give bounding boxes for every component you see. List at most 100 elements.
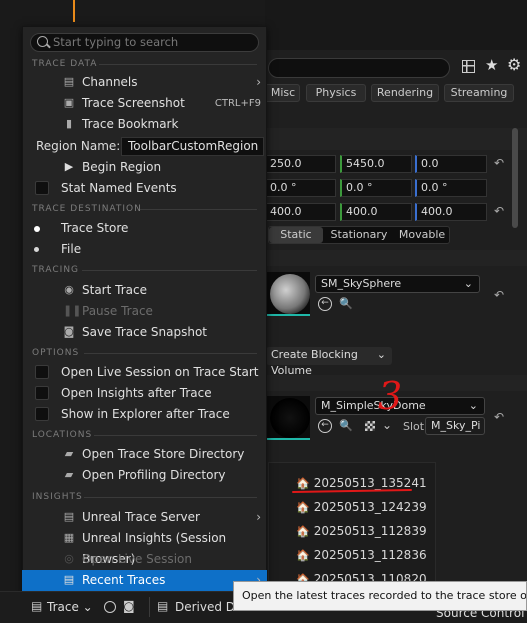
use-selected-material-icon[interactable]: ← — [318, 419, 332, 433]
menu-item-open-profiling-directory[interactable]: ▰ Open Profiling Directory — [22, 465, 267, 486]
trace-store-radio[interactable] — [34, 226, 40, 232]
sky-sphere-preview — [270, 274, 310, 314]
search-icon — [37, 36, 48, 47]
reset-static-mesh-icon[interactable]: ↶ — [494, 288, 504, 302]
menu-item-open-live-session-on-start[interactable]: Open Live Session on Trace Start — [22, 362, 267, 383]
details-scrollbar[interactable] — [512, 128, 518, 228]
derived-data-button[interactable]: Derived Data — [175, 600, 233, 614]
menu-item-label: Stat Named Events — [61, 181, 177, 195]
menu-item-file[interactable]: File — [22, 239, 267, 260]
home-icon: 🏠 — [296, 525, 310, 538]
menu-item-stat-named-events[interactable]: Stat Named Events — [22, 178, 267, 199]
material-thumbnail[interactable] — [266, 396, 310, 440]
settings-gear-icon[interactable]: ⚙ — [507, 55, 521, 74]
live-session-icon: ◎ — [64, 552, 74, 565]
location-y-field[interactable]: 5450.0 — [340, 155, 412, 173]
transform-section-header[interactable] — [265, 128, 527, 150]
section-divider — [94, 435, 257, 436]
recent-trace-item[interactable]: 🏠 20250513_112836 — [296, 545, 427, 565]
location-z-field[interactable]: 0.0 — [415, 155, 487, 173]
menu-item-open-insights-after-trace[interactable]: Open Insights after Trace — [22, 383, 267, 404]
reset-scale-icon[interactable]: ↶ — [494, 204, 504, 218]
stat-named-events-checkbox[interactable] — [35, 181, 49, 195]
details-search-input[interactable] — [268, 58, 450, 78]
reset-location-icon[interactable]: ↶ — [494, 156, 504, 170]
reset-material-icon[interactable]: ↶ — [494, 410, 504, 424]
section-trace-destination: TRACE DESTINATION — [32, 204, 142, 214]
table-view-icon[interactable] — [462, 60, 475, 73]
section-divider — [82, 270, 257, 271]
scale-y-field[interactable]: 400.0 — [340, 203, 412, 221]
section-trace-data: TRACE DATA — [32, 59, 98, 69]
static-mesh-section-header[interactable] — [265, 250, 527, 266]
browse-material-icon[interactable]: 🔍 — [339, 419, 353, 432]
menu-item-recent-traces[interactable]: ▤ Recent Traces › — [22, 570, 267, 591]
snapshot-icon[interactable]: ◙ — [123, 599, 135, 613]
mobility-stationary[interactable]: Stationary — [325, 227, 393, 243]
create-blocking-volume-dropdown[interactable]: Create Blocking Volume ⌄ — [266, 347, 392, 377]
insights-icon: ▦ — [63, 531, 75, 544]
browse-asset-icon[interactable]: 🔍 — [339, 297, 354, 311]
trace-menu-button[interactable]: Trace ⌄ — [47, 600, 93, 614]
recent-trace-item[interactable]: 🏠 20250513_112839 — [296, 521, 427, 541]
menu-item-label: Trace Bookmark — [82, 117, 179, 131]
category-streaming-button[interactable]: Streaming — [444, 84, 514, 102]
sky-dome-preview — [270, 398, 310, 438]
chevron-down-icon: ⌄ — [376, 348, 386, 361]
menu-item-trace-store[interactable]: Trace Store — [22, 218, 267, 239]
home-icon: 🏠 — [296, 549, 310, 562]
file-radio[interactable] — [34, 247, 39, 252]
menu-item-channels[interactable]: ▤ Channels › — [22, 72, 267, 93]
menu-item-start-trace[interactable]: ◉ Start Trace — [22, 280, 267, 301]
chevron-right-icon: › — [256, 510, 261, 524]
menu-search-input[interactable]: Start typing to search — [30, 33, 259, 52]
region-name-input[interactable]: ToolbarCustomRegion — [121, 137, 264, 156]
chevron-down-icon[interactable]: ⌄ — [382, 418, 392, 432]
scale-x-field[interactable]: 400.0 — [266, 203, 336, 221]
details-top-area — [265, 0, 527, 50]
menu-item-label: Save Trace Snapshot — [82, 325, 208, 339]
record-icon[interactable] — [104, 601, 116, 613]
category-physics-button[interactable]: Physics — [306, 84, 366, 102]
recent-trace-item[interactable]: 🏠 20250513_124239 — [296, 497, 427, 517]
open-live-session-checkbox[interactable] — [35, 365, 49, 379]
menu-item-trace-bookmark[interactable]: ▮ Trace Bookmark — [22, 114, 267, 135]
slot-dropdown[interactable]: M_Sky_Pi — [425, 417, 485, 435]
menu-item-show-in-explorer[interactable]: Show in Explorer after Trace — [22, 404, 267, 425]
category-rendering-button[interactable]: Rendering — [371, 84, 439, 102]
section-divider — [84, 353, 257, 354]
location-x-field[interactable]: 250.0 — [266, 155, 336, 173]
menu-item-unreal-trace-server[interactable]: ▤ Unreal Trace Server › — [22, 507, 267, 528]
category-misc-button[interactable]: Misc — [266, 84, 300, 102]
menu-item-open-live-session[interactable]: ◎ Open Live Session — [22, 549, 267, 570]
menu-search-placeholder: Start typing to search — [53, 35, 179, 49]
menu-item-unreal-insights[interactable]: ▦ Unreal Insights (Session Browser) — [22, 528, 267, 566]
use-selected-asset-icon[interactable]: ← — [318, 297, 332, 311]
mobility-static[interactable]: Static — [269, 227, 323, 243]
menu-item-begin-region[interactable]: ▶ Begin Region — [22, 157, 267, 178]
show-in-explorer-checkbox[interactable] — [35, 407, 49, 421]
menu-item-open-trace-store-directory[interactable]: ▰ Open Trace Store Directory — [22, 444, 267, 465]
home-icon: 🏠 — [296, 573, 310, 581]
menu-item-label: Trace Store — [61, 221, 129, 235]
scale-z-field[interactable]: 400.0 — [415, 203, 487, 221]
slot-label: Slot — [403, 420, 425, 433]
mobility-movable[interactable]: Movable — [395, 227, 449, 243]
recent-trace-label: 20250513_135241 — [313, 476, 427, 490]
menu-item-label: Open Insights after Trace — [61, 386, 212, 400]
recent-trace-label: 20250513_110820 — [313, 572, 427, 581]
static-mesh-value: SM_SkySphere — [321, 277, 402, 290]
menu-item-trace-screenshot[interactable]: ▣ Trace Screenshot CTRL+F9 — [22, 93, 267, 114]
favorite-star-icon[interactable]: ★ — [485, 56, 498, 74]
recent-trace-item[interactable]: 🏠 20250513_110820 — [296, 569, 427, 581]
rotation-z-field[interactable]: 0.0 ° — [415, 179, 487, 197]
chevron-down-icon: ⌄ — [468, 399, 478, 412]
rotation-y-field[interactable]: 0.0 ° — [340, 179, 412, 197]
rotation-x-field[interactable]: 0.0 ° — [266, 179, 336, 197]
menu-item-pause-trace[interactable]: ❚❚ Pause Trace — [22, 301, 267, 322]
static-mesh-dropdown[interactable]: SM_SkySphere ⌄ — [315, 275, 480, 293]
open-insights-checkbox[interactable] — [35, 386, 49, 400]
folder-icon: ▰ — [64, 468, 74, 481]
static-mesh-thumbnail[interactable] — [266, 272, 310, 316]
menu-item-save-trace-snapshot[interactable]: ◙ Save Trace Snapshot — [22, 322, 267, 343]
